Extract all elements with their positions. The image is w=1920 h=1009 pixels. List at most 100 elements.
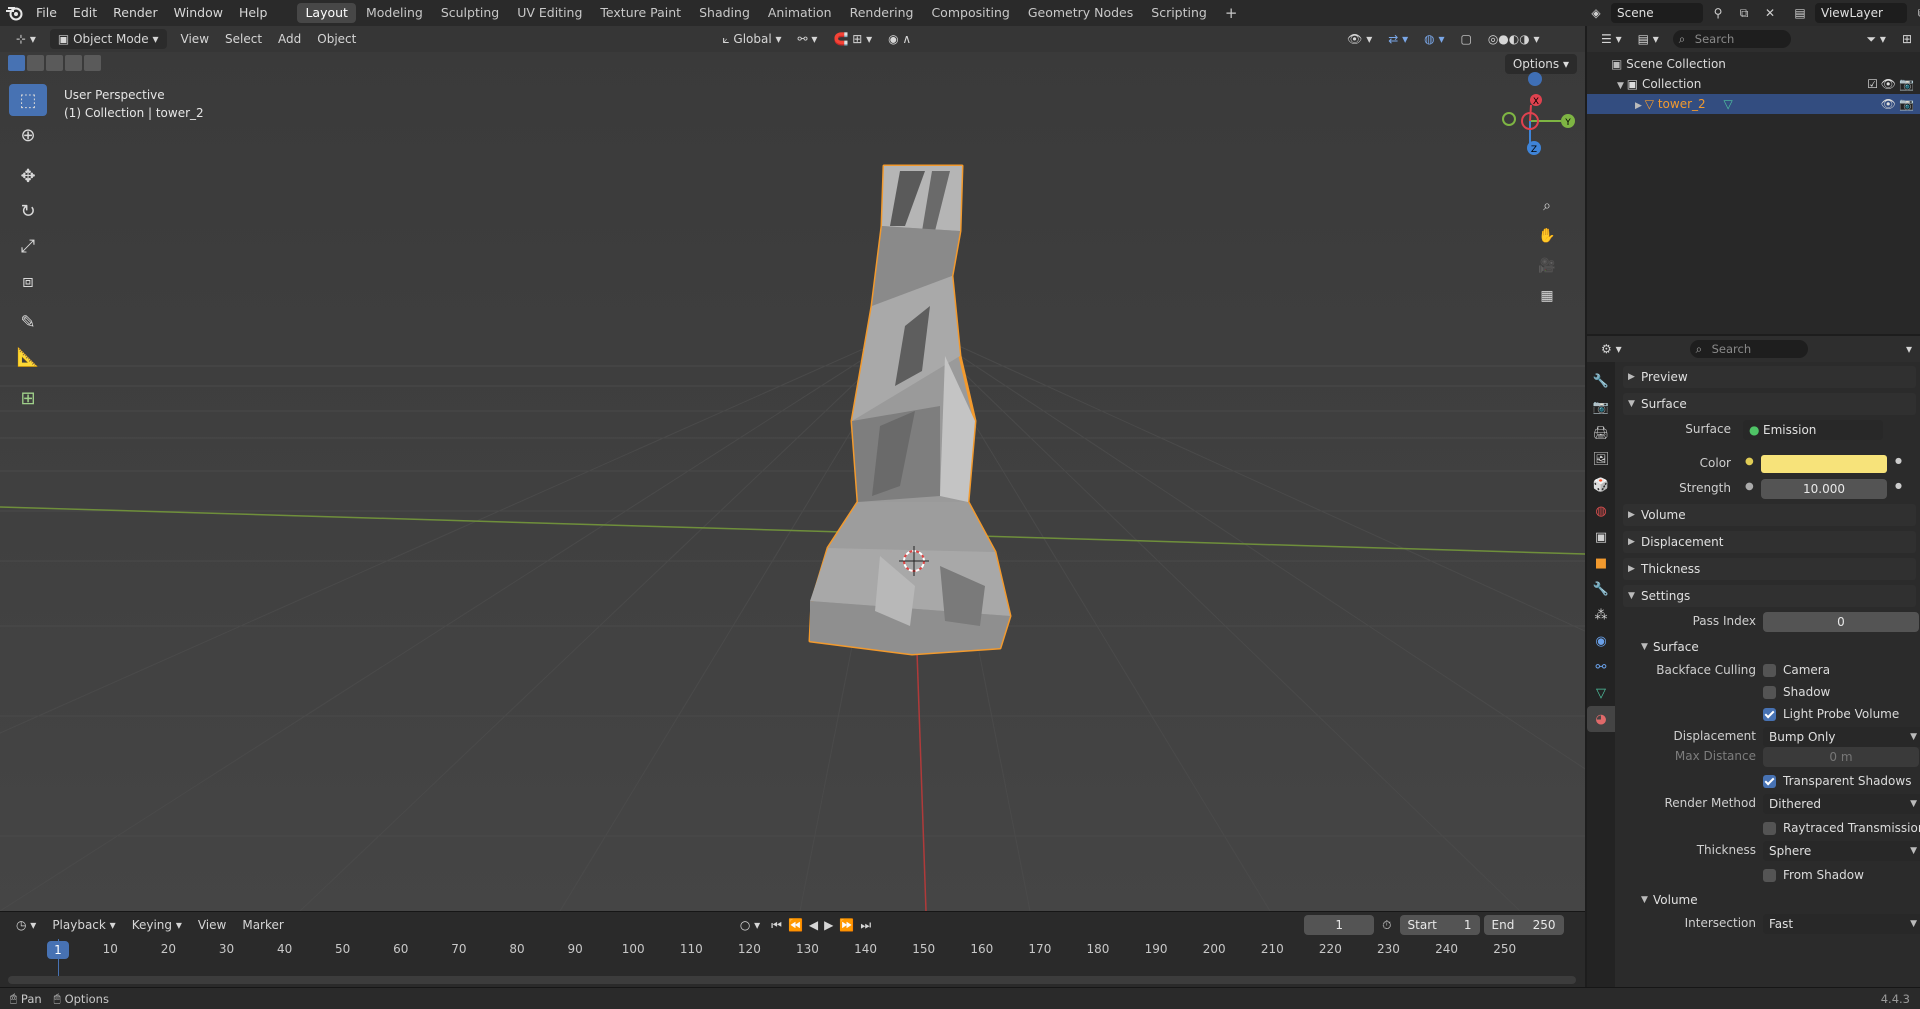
timeline-scrollbar[interactable] [8,976,1576,984]
select-extend-icon[interactable] [27,55,44,71]
panel-volume[interactable]: ▶ Volume [1623,504,1916,526]
view-layer-tab-icon[interactable]: 🖼 [1587,446,1615,472]
preview-range-icon[interactable]: ⏱ [1374,915,1399,935]
transparent-shadows-checkbox[interactable] [1763,775,1776,788]
xray-icon[interactable]: ▢ [1452,29,1479,49]
menu-timeline-view[interactable]: View [190,915,234,935]
chevron-down-icon[interactable]: ▾ [1898,339,1920,359]
menu-keying[interactable]: Keying ▾ [124,915,190,935]
tab-scripting[interactable]: Scripting [1143,3,1215,23]
new-scene-icon[interactable]: ⧉ [1733,3,1755,23]
intersection-dropdown[interactable]: Fast ▼ [1763,914,1920,934]
displacement-method-dropdown[interactable]: Bump Only ▼ [1763,727,1920,747]
scene-tab-icon[interactable]: 🎲 [1587,472,1615,498]
from-shadow-checkbox[interactable] [1763,869,1776,882]
panel-settings[interactable]: ▼ Settings [1623,585,1916,607]
exclude-checkbox-icon[interactable]: ☑ [1867,74,1878,94]
overlay-toggle-icon[interactable]: ◍ ▾ [1416,29,1452,49]
physics-tab-icon[interactable]: ◉ [1587,628,1615,654]
mesh-data-icon[interactable]: ▽ [1723,97,1732,111]
tab-modeling[interactable]: Modeling [358,3,431,23]
tab-shading[interactable]: Shading [691,3,758,23]
current-frame-field[interactable]: 1 [1304,915,1375,935]
chevron-down-icon[interactable]: ▼ [1617,81,1627,91]
select-box-tool-icon[interactable]: ⬚ [9,84,47,116]
navigation-gizmo[interactable]: X Y Z ⌕ ✋ 🎥 ▦ [1485,66,1585,326]
pass-index-field[interactable]: 0 [1763,612,1919,632]
new-view-layer-icon[interactable]: ⧉ [1911,3,1920,23]
render-tab-icon[interactable]: 📷 [1587,394,1615,420]
menu-marker[interactable]: Marker [234,915,291,935]
menu-file[interactable]: File [28,2,65,24]
tab-geometry-nodes[interactable]: Geometry Nodes [1020,3,1141,23]
menu-object[interactable]: Object [309,29,364,49]
light-probe-checkbox[interactable] [1763,708,1776,721]
axis-gizmo-icon[interactable]: X Y Z [1485,66,1585,176]
visibility-icon[interactable]: 👁 ▾ [1339,29,1380,49]
delete-scene-icon[interactable]: ✕ [1759,3,1781,23]
mode-dropdown[interactable]: ▣ Object Mode ▾ [49,29,167,49]
editor-type-icon[interactable]: ⊹ ▾ [8,29,44,49]
outliner-editor-type-icon[interactable]: ☰ ▾ [1593,29,1630,49]
timeline-ruler[interactable]: 10 20 30 40 50 60 70 80 90 100 110 120 130 140 150 160 1… [0,940,1585,960]
thickness-mode-dropdown[interactable]: Sphere ▼ [1763,841,1920,861]
select-subtract-icon[interactable] [46,55,63,71]
subpanel-volume[interactable]: ▼ Volume [1623,890,1916,910]
color-socket-icon[interactable]: ● [1745,456,1754,467]
ortho-grid-icon[interactable]: ▦ [1534,283,1560,309]
camera-render-icon[interactable]: 📷 [1899,94,1914,114]
menu-view[interactable]: View [173,29,217,49]
transform-orientation-dropdown[interactable]: ⟀ Global ▾ [714,29,789,49]
menu-add[interactable]: Add [270,29,309,49]
camera-checkbox[interactable] [1763,664,1776,677]
blender-logo-icon[interactable] [0,0,28,26]
pin-icon[interactable]: ⚲ [1707,3,1729,23]
collection-tab-icon[interactable]: ▣ [1587,524,1615,550]
view-layer-icon[interactable]: ▤ [1789,3,1811,23]
outliner-search-input[interactable]: ⌕ Search [1672,30,1791,48]
surface-shader-field[interactable]: ● Emission [1743,420,1883,440]
play-reverse-icon[interactable]: ◀ [806,915,821,935]
tab-layout[interactable]: Layout [297,3,356,23]
tab-texture-paint[interactable]: Texture Paint [592,3,689,23]
eye-icon[interactable]: 👁 [1881,74,1896,94]
world-tab-icon[interactable]: ◍ [1587,498,1615,524]
eye-icon[interactable]: 👁 [1881,94,1896,114]
filter-icon[interactable]: ⏷ ▾ [1858,29,1893,49]
transform-tool-icon[interactable]: ⧈ [9,265,47,297]
annotate-tool-icon[interactable]: ✎ [9,306,47,338]
gizmo-toggle-icon[interactable]: ⇄ ▾ [1380,29,1416,49]
timeline-editor-type-icon[interactable]: ◷ ▾ [8,915,44,935]
tab-uv-editing[interactable]: UV Editing [509,3,590,23]
move-tool-icon[interactable]: ✥ [9,160,47,192]
keyframe-dot-icon[interactable]: ● [1895,481,1902,490]
measure-tool-icon[interactable]: 📐 [9,341,47,373]
jump-keyframe-prev-icon[interactable]: ⏪ [785,915,806,935]
keyframe-dot-icon[interactable]: ● [1895,456,1902,465]
end-frame-field[interactable]: End 250 [1483,915,1564,935]
panel-surface[interactable]: ▼ Surface [1623,393,1916,415]
snap-icon[interactable]: 🧲 ⊞ ▾ [825,29,880,49]
select-invert-icon[interactable] [65,55,82,71]
camera-render-icon[interactable]: 📷 [1899,74,1914,94]
pan-hand-icon[interactable]: ✋ [1534,223,1560,249]
menu-edit[interactable]: Edit [65,2,105,24]
rotate-tool-icon[interactable]: ↻ [9,195,47,227]
outliner-scene-collection[interactable]: ▣ Scene Collection [1587,54,1920,74]
strength-socket-icon[interactable]: ● [1745,481,1754,492]
playhead-marker[interactable]: 1 [47,941,69,959]
scene-icon[interactable]: ◈ [1585,3,1607,23]
render-method-dropdown[interactable]: Dithered ▼ [1763,794,1920,814]
panel-displacement[interactable]: ▶ Displacement [1623,531,1916,553]
tab-rendering[interactable]: Rendering [842,3,922,23]
view-layer-field[interactable]: ViewLayer [1815,3,1907,23]
raytraced-checkbox[interactable] [1763,822,1776,835]
constraints-tab-icon[interactable]: ⚯ [1587,654,1615,680]
3d-viewport[interactable]: ⊹ ▾ ▣ Object Mode ▾ View Select Add Obje… [0,26,1585,911]
menu-playback[interactable]: Playback ▾ [44,915,123,935]
panel-preview[interactable]: ▶ Preview [1623,366,1916,388]
tab-animation[interactable]: Animation [760,3,840,23]
menu-render[interactable]: Render [105,2,166,24]
menu-window[interactable]: Window [166,2,231,24]
play-icon[interactable]: ▶ [821,915,836,935]
